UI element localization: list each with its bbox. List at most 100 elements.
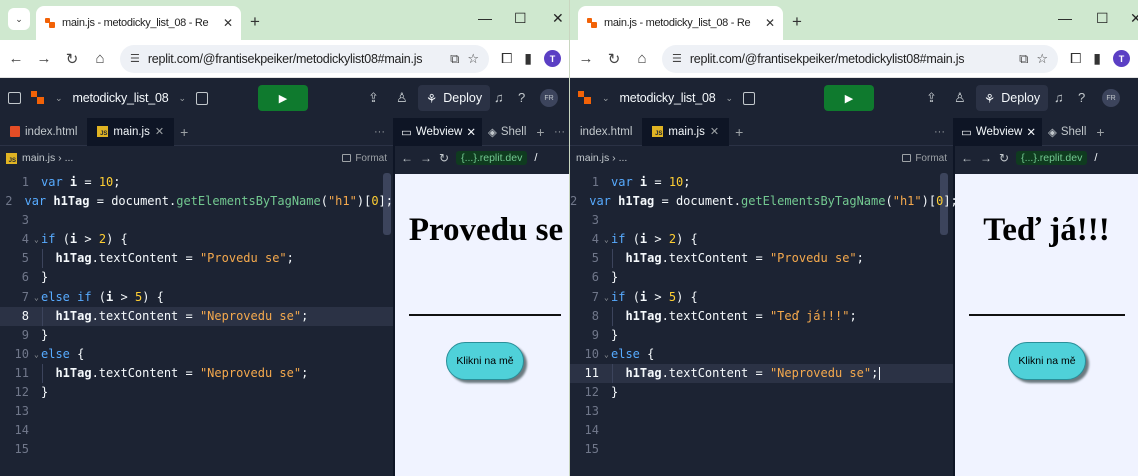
minimize-icon[interactable]: —	[1058, 10, 1072, 26]
code-line[interactable]: 8 h1Tag.textContent = "Teď já!!!";	[570, 307, 953, 326]
code-line[interactable]: 14	[570, 421, 953, 440]
close-tab-icon[interactable]: ✕	[765, 16, 775, 30]
code-line[interactable]: 9}	[0, 326, 393, 345]
bookmark-star-icon[interactable]: ☆	[467, 51, 479, 67]
code-line[interactable]: 11 h1Tag.textContent = "Neprovedu se";	[570, 363, 953, 384]
tab-webview[interactable]: ▭ Webview ✕	[955, 117, 1042, 146]
code-line[interactable]: 5 h1Tag.textContent = "Provedu se";	[570, 249, 953, 268]
breadcrumb-path[interactable]: main.js › ...	[576, 152, 627, 164]
sidebar-icon[interactable]: ▮	[524, 50, 532, 67]
address-bar[interactable]: ☰ replit.com/@frantisekpeiker/metodickyl…	[662, 44, 1059, 73]
notifications-bell-icon[interactable]: ♫	[1054, 90, 1064, 105]
tab-index-html[interactable]: index.html	[570, 118, 642, 146]
deploy-button[interactable]: ⚘ Deploy	[418, 85, 491, 111]
close-tab-icon[interactable]: ✕	[1026, 125, 1036, 139]
code-line[interactable]: 9}	[570, 326, 953, 345]
breadcrumb-path[interactable]: main.js › ...	[22, 152, 73, 164]
help-icon[interactable]: ?	[518, 90, 525, 105]
project-name[interactable]: metodicky_list_08	[73, 91, 169, 105]
share-icon[interactable]: ⇪	[926, 90, 937, 106]
forward-arrow-icon[interactable]: →	[420, 151, 432, 165]
home-icon[interactable]: ⌂	[92, 50, 108, 67]
address-bar[interactable]: ☰ replit.com/@frantisekpeiker/metodickyl…	[120, 44, 490, 73]
fold-chevron-icon[interactable]: ⌄	[604, 230, 609, 249]
code-line[interactable]: 15	[0, 440, 393, 459]
chevron-down-icon[interactable]: ⌄	[602, 93, 610, 104]
code-line[interactable]: 13	[570, 402, 953, 421]
tab-webview[interactable]: ▭ Webview ✕	[395, 117, 482, 146]
dev-url[interactable]: {...}.replit.dev	[456, 151, 528, 165]
tab-main-js[interactable]: JS main.js ✕	[642, 117, 730, 146]
database-icon[interactable]	[196, 91, 209, 105]
code-line[interactable]: 1 var i = 10;	[570, 173, 953, 192]
code-line[interactable]: 3	[570, 211, 953, 230]
fold-chevron-icon[interactable]: ⌄	[604, 288, 609, 307]
format-button[interactable]: Format	[342, 153, 387, 164]
code-line[interactable]: 12}	[0, 383, 393, 402]
close-window-icon[interactable]: ✕	[552, 10, 564, 27]
chevron-down-icon[interactable]: ⌄	[55, 93, 63, 104]
more-options-icon[interactable]: ···	[554, 126, 569, 138]
database-icon[interactable]	[743, 91, 756, 105]
code-line[interactable]: 10 ⌄ else {	[0, 345, 393, 364]
code-line[interactable]: 2 var h1Tag = document.getElementsByTagNa…	[570, 192, 958, 211]
forward-arrow-icon[interactable]: →	[980, 151, 992, 165]
help-icon[interactable]: ?	[1078, 90, 1085, 105]
project-chevron-icon[interactable]: ⌄	[179, 93, 187, 104]
back-arrow-icon[interactable]: ←	[961, 151, 973, 165]
close-tab-icon[interactable]: ✕	[223, 16, 233, 30]
new-tab-icon[interactable]: +	[174, 124, 194, 140]
sidebar-toggle-icon[interactable]	[8, 92, 21, 104]
user-avatar[interactable]: FR	[1102, 89, 1120, 107]
new-tab-icon[interactable]: +	[1092, 124, 1108, 140]
cast-icon[interactable]: ⧉	[450, 51, 459, 67]
share-icon[interactable]: ⇪	[368, 90, 379, 106]
back-arrow-icon[interactable]: ←	[8, 50, 24, 67]
tab-shell[interactable]: ◈ Shell	[482, 118, 532, 146]
code-area[interactable]: 1 var i = 10; 2 var h1Tag = document.getEle…	[0, 170, 393, 476]
site-info-icon[interactable]: ☰	[130, 52, 140, 65]
reload-icon[interactable]: ↻	[999, 151, 1009, 165]
tab-index-html[interactable]: index.html	[0, 118, 87, 146]
more-options-icon[interactable]: ···	[934, 126, 953, 138]
browser-tab[interactable]: main.js - metodicky_list_08 - Re ✕	[36, 6, 241, 40]
code-line[interactable]: 4 ⌄ if (i > 2) {	[570, 230, 953, 249]
reload-icon[interactable]: ↻	[606, 50, 622, 68]
code-line[interactable]: 5 h1Tag.textContent = "Provedu se";	[0, 249, 393, 268]
new-tab-icon[interactable]: +	[729, 124, 749, 140]
path-input[interactable]: /	[534, 152, 537, 164]
fold-chevron-icon[interactable]: ⌄	[604, 345, 609, 364]
invite-user-icon[interactable]: ♙	[954, 90, 966, 106]
code-area[interactable]: 1 var i = 10; 2 var h1Tag = document.getEle…	[570, 170, 958, 476]
code-line[interactable]: 14	[0, 421, 393, 440]
fold-chevron-icon[interactable]: ⌄	[34, 288, 39, 307]
code-line[interactable]: 7 ⌄ else if (i > 5) {	[0, 288, 393, 307]
browser-tab[interactable]: main.js - metodicky_list_08 - Re ✕	[578, 6, 783, 40]
code-line[interactable]: 8 h1Tag.textContent = "Neprovedu se";	[0, 306, 393, 326]
more-options-icon[interactable]: ···	[374, 126, 393, 138]
close-tab-icon[interactable]: ✕	[155, 125, 164, 138]
extensions-icon[interactable]: ⧠	[1070, 50, 1081, 67]
code-line[interactable]: 12}	[570, 383, 953, 402]
profile-avatar[interactable]: T	[1113, 50, 1130, 67]
invite-user-icon[interactable]: ♙	[396, 90, 408, 106]
close-tab-icon[interactable]: ✕	[710, 125, 719, 138]
tab-search-chevron-icon[interactable]: ⌄	[8, 8, 30, 30]
reload-icon[interactable]: ↻	[64, 50, 80, 68]
deploy-button[interactable]: ⚘ Deploy	[976, 85, 1049, 111]
code-line[interactable]: 10 ⌄ else {	[570, 345, 953, 364]
click-me-button[interactable]: Klikni na mě	[1008, 342, 1086, 380]
site-info-icon[interactable]: ☰	[672, 52, 682, 65]
fold-chevron-icon[interactable]: ⌄	[34, 345, 39, 364]
forward-arrow-icon[interactable]: →	[578, 50, 594, 67]
path-input[interactable]: /	[1094, 152, 1097, 164]
code-line[interactable]: 1 var i = 10;	[0, 173, 393, 192]
fold-chevron-icon[interactable]: ⌄	[34, 230, 39, 249]
code-line[interactable]: 4 ⌄ if (i > 2) {	[0, 230, 393, 249]
code-line[interactable]: 15	[570, 440, 953, 459]
run-button[interactable]: ▶	[258, 85, 308, 111]
new-tab-plus-icon[interactable]: +	[250, 12, 260, 32]
back-arrow-icon[interactable]: ←	[401, 151, 413, 165]
minimize-icon[interactable]: —	[478, 10, 492, 26]
new-tab-icon[interactable]: +	[532, 124, 548, 140]
